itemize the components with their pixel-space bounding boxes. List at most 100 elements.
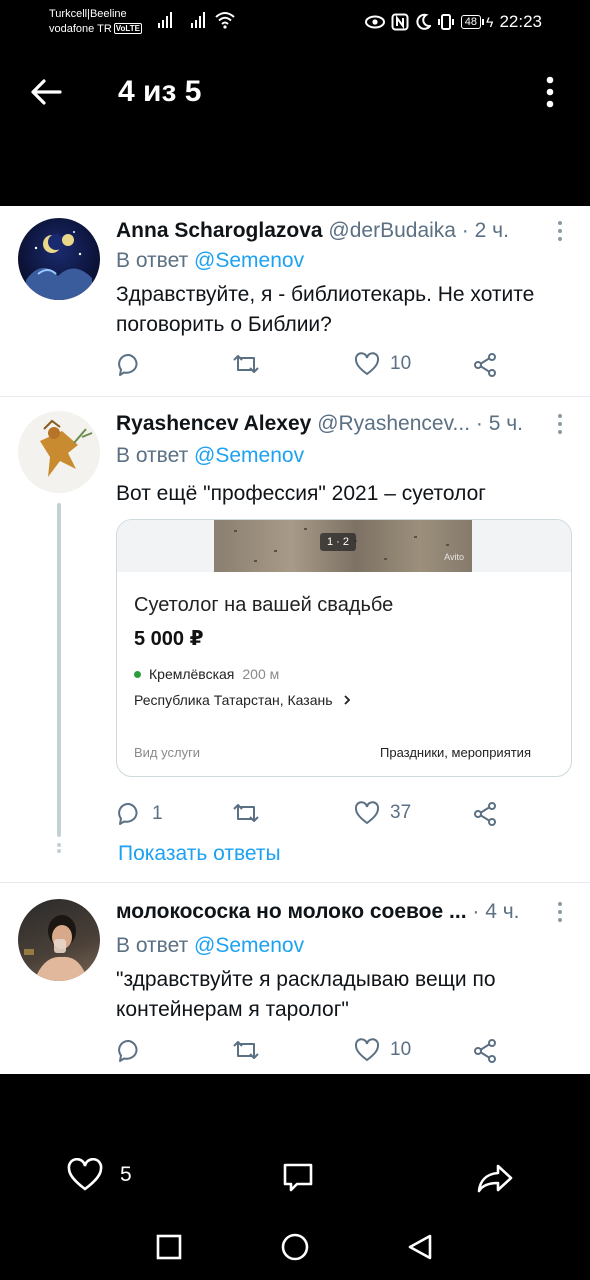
avatar-image: [40, 419, 93, 477]
tweet-screenshot: Anna Scharoglazova @derBudaika · 2 ч. В …: [0, 206, 590, 1074]
retweet-icon: [233, 804, 259, 822]
heart-icon: [354, 1038, 380, 1062]
thread-dots: [56, 843, 62, 859]
retweet-button[interactable]: [232, 1038, 260, 1062]
listing-city: Республика Татарстан, Казань: [134, 692, 352, 708]
avatar-image: [24, 915, 88, 981]
reply-button[interactable]: [116, 352, 142, 378]
reply-to: В ответ @Semenov: [116, 931, 304, 961]
carrier-2: vodafone TR: [49, 23, 112, 35]
home-circle-icon[interactable]: [281, 1233, 309, 1261]
reply-to: В ответ @Semenov: [116, 246, 304, 276]
share-icon: [474, 1039, 496, 1063]
share-button[interactable]: [472, 801, 498, 827]
like-button[interactable]: 10: [354, 352, 411, 376]
reply-count: 1: [152, 803, 163, 824]
reply-icon: [118, 802, 138, 825]
reply-button[interactable]: [116, 1038, 142, 1064]
wifi-icon: [215, 12, 235, 29]
avatar-ryashencev[interactable]: [18, 411, 100, 493]
carrier-1: Turkcell|Beeline: [49, 8, 127, 20]
tweet-actions: 10: [116, 1038, 576, 1068]
listing-price: 5 000 ₽: [134, 628, 204, 650]
mention-link[interactable]: @Semenov: [194, 934, 304, 957]
like-count: 10: [390, 353, 412, 374]
tweet-2-header: Ryashencev Alexey @Ryashencev... · 5 ч.: [116, 409, 523, 439]
share-button[interactable]: [472, 1038, 498, 1064]
reply-prefix: В ответ: [116, 934, 189, 957]
share-icon: [474, 802, 496, 826]
city-text: Республика Татарстан, Казань: [134, 692, 333, 708]
tweet-text: "здравствуйте я раскладываю вещи по конт…: [116, 968, 496, 1021]
like-button[interactable]: 10: [354, 1038, 411, 1062]
charging-icon: ϟ: [486, 14, 494, 30]
retweet-icon: [233, 1041, 259, 1059]
back-triangle-icon[interactable]: [406, 1233, 434, 1261]
avatar-molokososka[interactable]: [18, 899, 100, 981]
listing-title: Суетолог на вашей свадьбе: [134, 594, 394, 616]
retweet-button[interactable]: [232, 801, 260, 825]
tweet-actions: 1 37: [116, 801, 576, 831]
metro-distance: 200 м: [242, 666, 280, 682]
mention-link[interactable]: @Semenov: [194, 444, 304, 467]
forward-share-icon[interactable]: [476, 1162, 514, 1194]
show-replies-link[interactable]: Показать ответы: [118, 839, 281, 869]
share-icon: [474, 353, 496, 377]
author-meta: · 4 ч.: [472, 900, 520, 923]
tweet-menu-icon[interactable]: [553, 413, 567, 435]
tweet-3-header: молокососка но молоко соевое ... · 4 ч.: [116, 897, 520, 927]
recents-square-icon[interactable]: [156, 1234, 182, 1260]
like-count: 37: [390, 802, 412, 823]
status-icons: 48 ϟ 22:23: [364, 10, 542, 34]
author-meta: @derBudaika · 2 ч.: [328, 219, 509, 242]
clock: 22:23: [499, 12, 542, 31]
tweet-menu-icon[interactable]: [553, 901, 567, 923]
heart-icon: [354, 352, 380, 376]
avatar-anna[interactable]: [18, 218, 100, 300]
author-name[interactable]: Ryashencev Alexey: [116, 412, 311, 435]
reply-prefix: В ответ: [116, 249, 189, 272]
tweet-actions: 10: [116, 352, 576, 382]
viewer-like-button[interactable]: 5: [66, 1158, 132, 1192]
tweet-text: Здравствуйте, я - библиотекарь. Не хотит…: [116, 283, 535, 336]
comment-icon[interactable]: [281, 1160, 315, 1194]
tweet-3: молокососка но молоко соевое ... · 4 ч. …: [0, 883, 590, 1074]
signal-icon-2: [191, 12, 205, 28]
author-name[interactable]: Anna Scharoglazova: [116, 219, 323, 242]
tweet-menu-icon[interactable]: [553, 220, 567, 242]
page-counter: 4 из 5: [118, 75, 202, 108]
nfc-icon: [391, 13, 409, 31]
system-nav-bar: [0, 1222, 590, 1272]
reply-button[interactable]: 1: [116, 801, 163, 827]
vibrate-icon: [437, 14, 454, 30]
author-name[interactable]: молокососка но молоко соевое ...: [116, 900, 467, 923]
reply-icon: [118, 353, 138, 376]
tweet-1-header: Anna Scharoglazova @derBudaika · 2 ч.: [116, 216, 516, 246]
like-button[interactable]: 37: [354, 801, 411, 825]
back-arrow-icon[interactable]: [28, 74, 64, 110]
listing-metro: Кремлёвская 200 м: [134, 666, 279, 682]
reply-to: В ответ @Semenov: [116, 441, 304, 471]
preview-image: 1 · 2 Avito: [214, 520, 472, 572]
eye-comfort-icon: [364, 15, 385, 29]
metro-name: Кремлёвская: [149, 666, 235, 682]
volte-badge: VoLTE: [113, 23, 142, 34]
service-label: Вид услуги: [134, 745, 201, 760]
retweet-button[interactable]: [232, 352, 260, 376]
heart-icon: [67, 1158, 103, 1191]
moon-icon: [416, 13, 431, 30]
status-bar: Turkcell|Beeline vodafone TR VoLTE 48 ϟ 2…: [0, 0, 590, 44]
link-preview-card[interactable]: 1 · 2 Avito Суетолог на вашей свадьбе 5 …: [116, 519, 572, 777]
thread-line: [57, 503, 61, 837]
chevron-right-icon: [344, 695, 351, 705]
viewer-action-bar: 5: [0, 1150, 590, 1202]
image-pager: 1 · 2: [320, 533, 357, 551]
battery-indicator: 48: [460, 15, 485, 29]
viewer-like-count: 5: [120, 1163, 132, 1186]
mention-link[interactable]: @Semenov: [194, 249, 304, 272]
share-button[interactable]: [472, 352, 498, 378]
tweet-2: Ryashencev Alexey @Ryashencev... · 5 ч. …: [0, 397, 590, 882]
avatar-image: [26, 231, 92, 300]
more-options-icon[interactable]: [538, 74, 562, 110]
metro-dot-icon: [134, 670, 141, 678]
